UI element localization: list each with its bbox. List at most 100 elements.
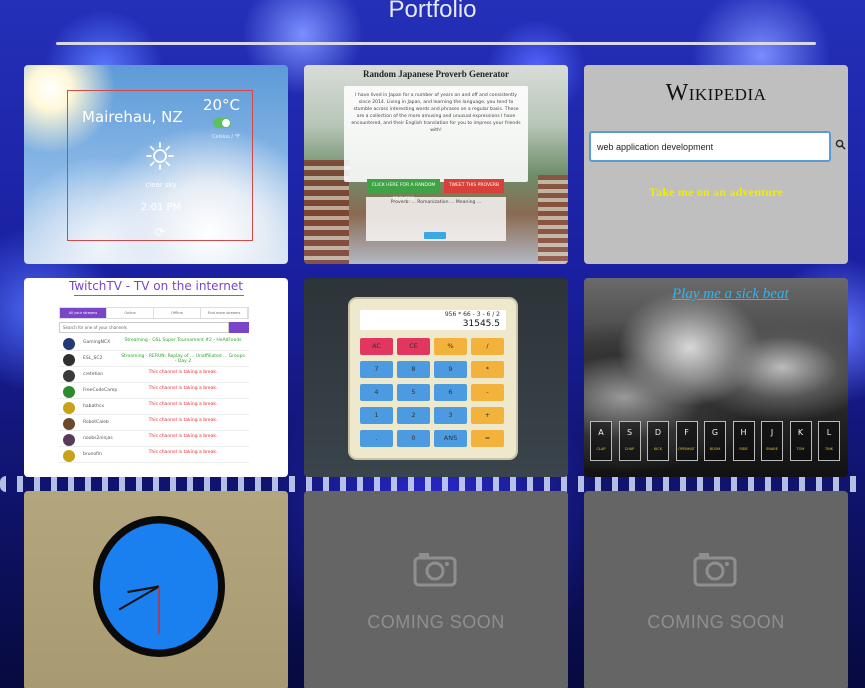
channel-name: RobotCaleb xyxy=(83,420,109,425)
drum-title: Play me a sick beat xyxy=(672,286,789,302)
calc-button[interactable]: - xyxy=(471,384,504,401)
channel-status: Streaming - RERUN: Replay of ... Unaffil… xyxy=(121,354,245,364)
drum-pad-key: K xyxy=(797,428,804,437)
drum-machine-project-card[interactable]: Play me a sick beat A CLAP S CHAP D KICK F OPEN… xyxy=(584,278,848,477)
tab-offline[interactable]: Offline xyxy=(154,308,201,318)
wiki-search-input[interactable]: web application development xyxy=(589,131,831,162)
tab-all-streams[interactable]: All your streams xyxy=(60,308,107,318)
twitch-search-input[interactable]: Search for one of your channels xyxy=(59,322,229,333)
weather-temperature: 20°C xyxy=(202,96,240,114)
calculator-project-card[interactable]: 956 * 66 - 3 - 6 / 2 31545.5 AC CE%/ 7 8 9 * 4… xyxy=(304,278,568,477)
generate-proverb-button[interactable]: CLICK HERE FOR A RANDOM PROVERB xyxy=(367,179,440,202)
random-article-link[interactable]: Take me on an adventure xyxy=(584,185,848,200)
channel-status: This channel is taking a break. xyxy=(148,450,218,455)
coming-soon-label: COMING SOON xyxy=(367,612,505,632)
wikipedia-project-card[interactable]: Wikipedia web application development Ta… xyxy=(584,65,848,264)
calc-button[interactable]: 8 xyxy=(397,361,430,378)
drum-pad-sound: OPENHAT xyxy=(678,447,695,451)
channel-row[interactable]: RobotCaleb This channel is taking a break… xyxy=(59,416,249,431)
channel-status: Streaming - GSL Super Tournament #2 - He… xyxy=(124,338,242,343)
calc-button[interactable]: 0 xyxy=(397,430,430,447)
calc-button[interactable]: CE xyxy=(397,338,430,355)
calc-button[interactable]: 7 xyxy=(360,361,393,378)
channel-avatar xyxy=(63,434,75,446)
temple-image xyxy=(304,160,349,264)
unit-caption: Celsius / °F xyxy=(212,134,240,140)
drum-pad[interactable]: L TINK xyxy=(818,421,840,461)
tweet-proverb-button[interactable]: TWEET THIS PROVERB xyxy=(444,179,504,193)
clock-project-card[interactable] xyxy=(24,491,288,688)
twitch-search-button[interactable] xyxy=(229,322,249,333)
twitch-tabs: All your streams Online Offline Find mor… xyxy=(59,307,249,319)
calc-button[interactable]: 4 xyxy=(360,384,393,401)
drum-pad-sound: TOM xyxy=(796,447,805,451)
channel-row[interactable]: cretetion This channel is taking a break. xyxy=(59,368,249,383)
weather-time: 2:01 PM xyxy=(140,202,182,213)
refresh-icon[interactable]: ⟳ xyxy=(153,225,167,239)
drum-pad-key: L xyxy=(826,428,832,437)
drum-pad[interactable]: S CHAP xyxy=(618,421,641,461)
calc-button[interactable]: ANS xyxy=(434,430,467,447)
calc-button[interactable]: 9 xyxy=(434,361,467,378)
channel-status: This channel is taking a break. xyxy=(148,434,218,439)
calc-button[interactable]: . xyxy=(360,430,393,447)
tweet-icon[interactable] xyxy=(424,232,446,239)
calc-button[interactable]: AC xyxy=(360,338,393,355)
channel-avatar xyxy=(63,338,75,350)
channel-name: ESL_SC2 xyxy=(83,356,103,361)
channel-name: FreeCodeCamp xyxy=(83,388,118,393)
proverb-title: Random Japanese Proverb Generator xyxy=(362,69,510,79)
drum-pad-sound: RIDE xyxy=(739,447,748,451)
camera-icon xyxy=(693,553,737,587)
drum-pad[interactable]: H RIDE xyxy=(732,421,755,461)
channel-row[interactable]: ESL_SC2 Streaming - RERUN: Replay of ... … xyxy=(59,352,249,367)
drum-pad-key: J xyxy=(770,428,774,437)
drum-pad[interactable]: K TOM xyxy=(789,421,812,461)
drum-pad[interactable]: A CLAP xyxy=(590,421,612,461)
coming-soon-card[interactable]: COMING SOON xyxy=(584,491,848,688)
channel-avatar xyxy=(63,450,75,462)
title-divider xyxy=(56,42,816,45)
channel-row[interactable]: FreeCodeCamp This channel is taking a bre… xyxy=(59,384,249,399)
drum-pad-key: A xyxy=(598,428,604,437)
weather-widget: Mairehau, NZ 20°C Celsius / °F clear sky… xyxy=(67,90,253,241)
proverb-project-card[interactable]: Random Japanese Proverb Generator I have… xyxy=(304,65,568,264)
weather-project-card[interactable]: Mairehau, NZ 20°C Celsius / °F clear sky… xyxy=(24,65,288,264)
twitch-project-card[interactable]: TwitchTV - TV on the internet All your s… xyxy=(24,278,288,477)
drum-pad-sound: SNARE xyxy=(766,447,778,451)
tab-find-more[interactable]: Find more streams xyxy=(201,308,248,318)
channel-status: This channel is taking a break. xyxy=(148,402,218,407)
camera-icon xyxy=(413,553,457,587)
calc-button[interactable]: 1 xyxy=(360,407,393,424)
tab-online[interactable]: Online xyxy=(107,308,154,318)
calc-button[interactable]: * xyxy=(471,361,504,378)
calc-button[interactable]: 2 xyxy=(397,407,430,424)
calc-button[interactable]: % xyxy=(434,338,467,355)
channel-row[interactable]: GamingNCX Streaming - GSL Super Tournamen… xyxy=(59,336,249,351)
coming-soon-card[interactable]: COMING SOON xyxy=(304,491,568,688)
proverb-intro: I have lived in Japan for a number of ye… xyxy=(344,86,528,182)
drum-pad[interactable]: D KICK xyxy=(647,421,669,461)
channel-row[interactable]: brunofin This channel is taking a break. xyxy=(59,448,249,463)
calculator: 956 * 66 - 3 - 6 / 2 31545.5 AC CE%/ 7 8 9 * 4… xyxy=(350,299,516,458)
calc-button[interactable]: + xyxy=(471,407,504,424)
unit-toggle[interactable] xyxy=(213,118,231,128)
calc-button[interactable]: = xyxy=(471,430,504,447)
channel-row[interactable]: noobs2ninjas This channel is taking a bre… xyxy=(59,432,249,447)
search-icon[interactable] xyxy=(835,139,846,150)
channel-status: This channel is taking a break. xyxy=(148,370,218,375)
weather-condition: clear sky xyxy=(145,181,177,189)
drum-pad[interactable]: F OPENHAT xyxy=(675,421,698,461)
calc-button[interactable]: 5 xyxy=(397,384,430,401)
calc-button[interactable]: 6 xyxy=(434,384,467,401)
channel-avatar xyxy=(63,386,75,398)
calc-button[interactable]: 3 xyxy=(434,407,467,424)
drum-pad[interactable]: J SNARE xyxy=(761,421,783,461)
channel-avatar xyxy=(63,418,75,430)
channel-row[interactable]: habathcx This channel is taking a break. xyxy=(59,400,249,415)
drum-pad-sound: CLAP xyxy=(596,447,606,451)
clock-icon xyxy=(93,516,225,657)
drum-pad[interactable]: G BOOM xyxy=(704,421,726,461)
channel-name: habathcx xyxy=(83,404,104,409)
calc-button[interactable]: / xyxy=(471,338,504,355)
